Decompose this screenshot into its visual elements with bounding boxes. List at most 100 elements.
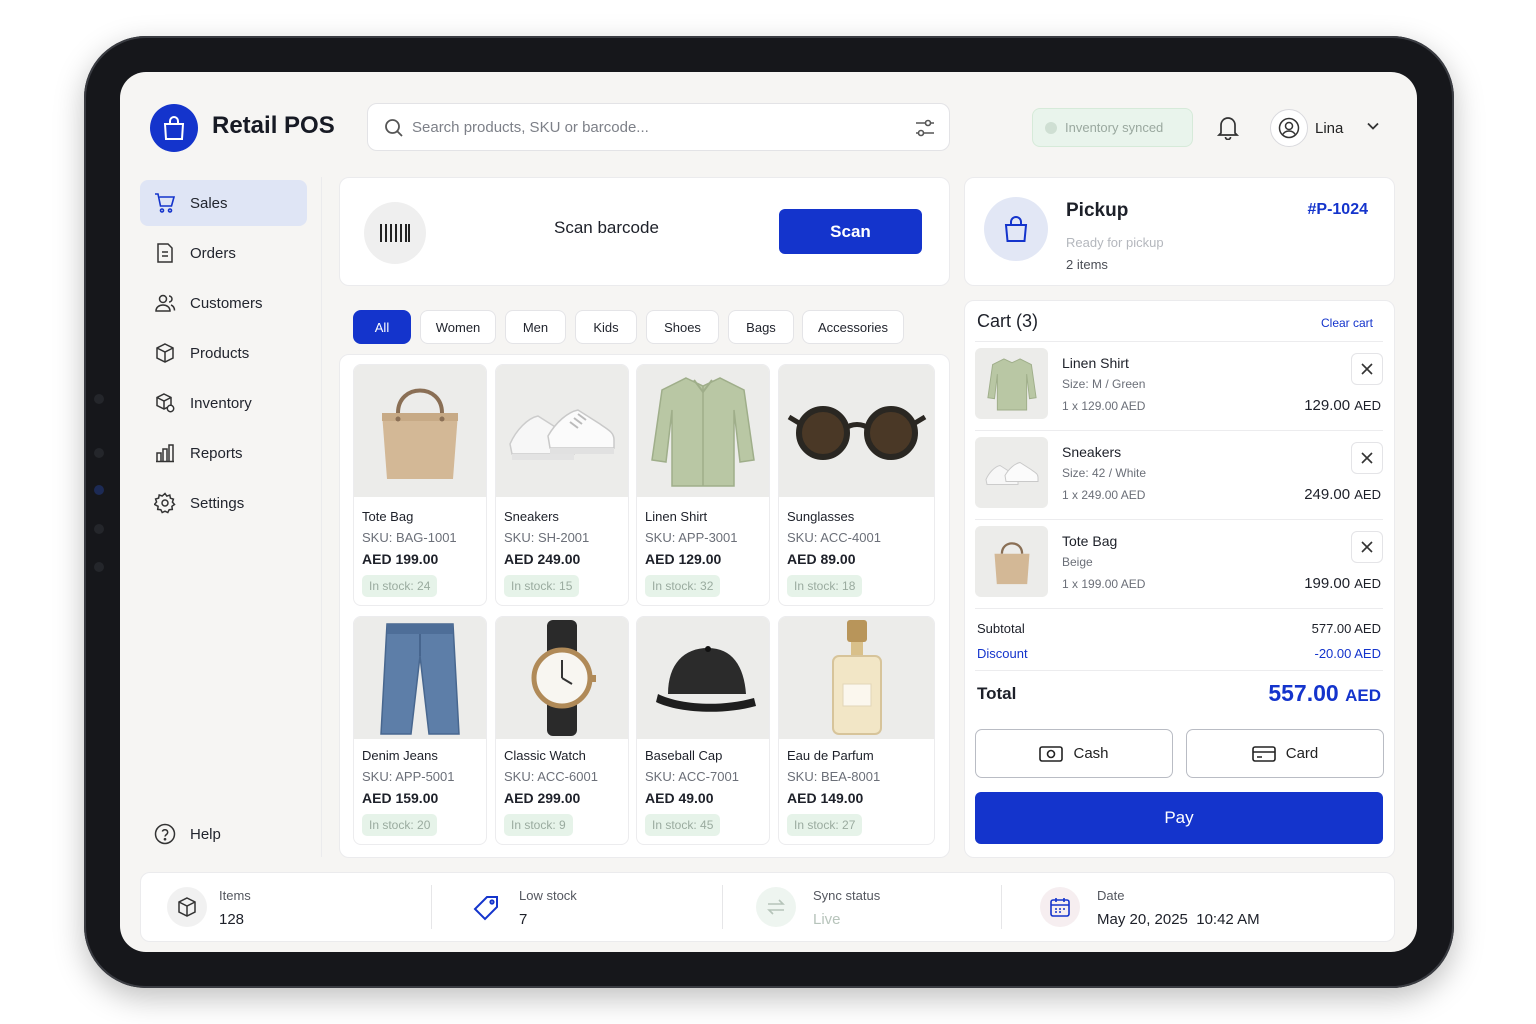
box-icon [167,887,207,927]
sidebar-item-reports[interactable]: Reports [140,430,307,476]
sidebar-item-help[interactable]: Help [140,811,307,857]
category-chip-bags[interactable]: Bags [728,310,794,344]
cash-button[interactable]: Cash [975,729,1173,778]
category-chip-all[interactable]: All [353,310,411,344]
stock-badge: In stock: 45 [645,814,721,836]
cart-item-price: 199.00 AED [1304,575,1381,592]
category-chip-accessories[interactable]: Accessories [802,310,904,344]
chart-icon [156,444,174,463]
help-icon [154,823,176,845]
cart-title: Cart (3) [977,311,1039,331]
cash-label: Cash [1073,745,1109,762]
product-card[interactable]: Denim Jeans SKU: APP-5001 AED 159.00 In … [353,616,487,845]
totals-divider [975,670,1383,671]
users-icon [155,294,176,312]
category-chip-kids[interactable]: Kids [575,310,637,344]
shirt-image [637,365,769,497]
cart-item-currency: AED [1354,398,1381,413]
stats-divider [431,885,432,929]
product-card[interactable]: Sneakers SKU: SH-2001 AED 249.00 In stoc… [495,364,629,606]
chevron-down-icon[interactable] [1366,119,1380,133]
pay-button[interactable]: Pay [975,792,1383,844]
product-name: Baseball Cap [645,748,723,763]
sidebar-item-label: Inventory [190,394,252,412]
sidebar-item-orders[interactable]: Orders [140,230,307,276]
cart-item-qty: 1 x 129.00 AED [1062,399,1146,413]
stat-items-value: 128 [219,911,245,928]
sidebar-item-inventory[interactable]: Inventory [140,380,307,426]
remove-item-button[interactable] [1351,442,1383,474]
subtotal-value: 577.00 AED [1311,621,1381,636]
cart-item: Linen Shirt Size: M / Green 1 x 129.00 A… [975,342,1383,431]
sidebar-item-customers[interactable]: Customers [140,280,307,326]
avatar[interactable] [1270,109,1308,147]
product-sku: SKU: ACC-7001 [645,769,739,784]
stat-date-label: Date [1097,888,1125,903]
document-icon [157,243,173,263]
card-button[interactable]: Card [1186,729,1384,778]
search-input[interactable] [412,104,892,150]
app-screen: Retail POS Inventory synced Lina Sales O… [120,72,1417,952]
sidebar-item-settings[interactable]: Settings [140,480,307,526]
sidebar-help-label: Help [190,825,221,843]
bell-icon[interactable] [1216,114,1240,140]
category-chip-women[interactable]: Women [420,310,496,344]
product-sku: SKU: BEA-8001 [787,769,881,784]
order-status: Ready for pickup [1066,235,1164,250]
cap-image [637,617,769,739]
sidebar-item-sales[interactable]: Sales [140,180,307,226]
product-sku: SKU: APP-5001 [362,769,455,784]
product-price: AED 49.00 [645,790,714,806]
barcode-icon [364,202,426,264]
cart-icon [155,193,176,213]
inventory-icon [156,393,175,413]
product-name: Denim Jeans [362,748,438,763]
product-card[interactable]: Tote Bag SKU: BAG-1001 AED 199.00 In sto… [353,364,487,606]
filter-sliders-icon[interactable] [914,118,936,138]
cart-item-currency: AED [1354,576,1381,591]
product-price: AED 249.00 [504,551,581,567]
cart-item-price: 249.00 AED [1304,486,1381,503]
scan-button[interactable]: Scan [779,209,922,254]
discount-label: Discount [977,646,1028,661]
remove-item-button[interactable] [1351,531,1383,563]
cart-item-name: Sneakers [1062,444,1122,460]
product-sku: SKU: ACC-4001 [787,530,881,545]
box-icon [156,343,174,363]
category-chip-men[interactable]: Men [505,310,566,344]
sidebar-item-label: Settings [190,494,245,512]
product-card[interactable]: Classic Watch SKU: ACC-6001 AED 299.00 I… [495,616,629,845]
sync-status-text: Inventory synced [1065,120,1164,135]
product-card[interactable]: Sunglasses SKU: ACC-4001 AED 89.00 In st… [778,364,935,606]
total-currency: AED [1345,686,1381,705]
jeans-image [354,617,486,739]
stock-badge: In stock: 24 [362,575,438,597]
credit-card-icon [1251,745,1276,762]
user-name[interactable]: Lina [1315,120,1343,137]
tote-bag-thumb-image [975,526,1048,597]
search-bar[interactable] [367,103,950,151]
search-icon [385,119,403,137]
cart-item: Sneakers Size: 42 / White 1 x 249.00 AED… [975,431,1383,520]
shopping-bag-icon [984,197,1048,261]
product-name: Sunglasses [787,509,855,524]
stat-low-stock-value: 7 [519,911,528,928]
sidebar-item-products[interactable]: Products [140,330,307,376]
product-card[interactable]: Eau de Parfum SKU: BEA-8001 AED 149.00 I… [778,616,935,845]
product-name: Tote Bag [362,509,414,524]
cart-item-variant: Size: M / Green [1062,377,1146,391]
sidebar-item-label: Sales [190,194,228,212]
camera-dot [94,562,104,572]
sneakers-thumb-image [975,437,1048,508]
product-card[interactable]: Baseball Cap SKU: ACC-7001 AED 49.00 In … [636,616,770,845]
discount-value: -20.00 AED [1314,646,1382,661]
stock-badge: In stock: 18 [787,575,863,597]
cart-item-currency: AED [1354,487,1381,502]
clear-cart-link[interactable]: Clear cart [1321,316,1373,330]
product-card[interactable]: Linen Shirt SKU: APP-3001 AED 129.00 In … [636,364,770,606]
cart-item-amount: 249.00 [1304,486,1351,503]
order-card: Pickup #P-1024 Ready for pickup 2 items [964,177,1395,286]
remove-item-button[interactable] [1351,353,1383,385]
category-chip-shoes[interactable]: Shoes [646,310,719,344]
total-amount: 557.00 [1268,680,1339,706]
